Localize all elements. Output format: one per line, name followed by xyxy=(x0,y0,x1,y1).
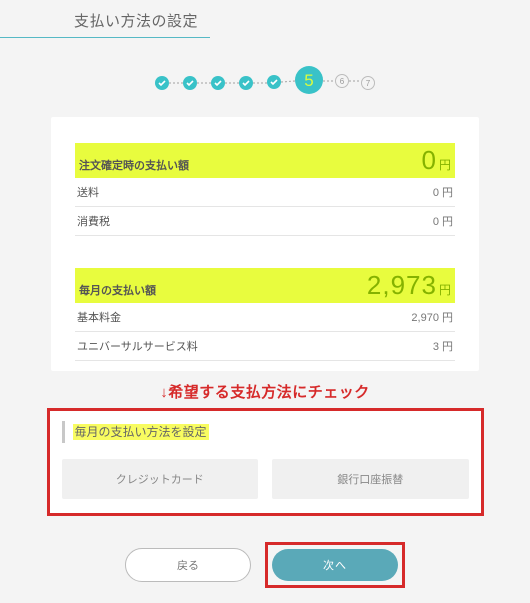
value: 0 xyxy=(422,145,437,175)
row-universal-service: ユニバーサルサービス料 3 円 xyxy=(75,332,455,361)
next-button-highlight: 次へ xyxy=(265,542,405,588)
svg-text:6: 6 xyxy=(340,77,345,86)
action-bar: 戻る 次へ xyxy=(0,542,530,588)
page-title: 支払い方法の設定 xyxy=(0,0,210,38)
svg-text:7: 7 xyxy=(366,79,371,88)
label: 毎月の支払い額 xyxy=(79,282,156,298)
row-tax: 消費税 0 円 xyxy=(75,207,455,236)
label: 注文確定時の支払い額 xyxy=(79,157,189,173)
summary-card: 注文確定時の支払い額 0円 送料 0 円 消費税 0 円 毎月の支払い額 2,9… xyxy=(51,117,479,371)
section-heading: 毎月の支払い方法を設定 xyxy=(62,421,217,443)
option-credit-card[interactable]: クレジットカード xyxy=(62,459,259,499)
payment-method-highlight: 毎月の支払い方法を設定 クレジットカード 銀行口座振替 xyxy=(47,408,484,516)
value: 2,973 xyxy=(367,270,437,300)
annotation-text: ↓希望する支払方法にチェック xyxy=(0,381,530,402)
option-bank-transfer[interactable]: 銀行口座振替 xyxy=(272,459,469,499)
progress-stepper: 5 6 7 xyxy=(0,62,530,103)
back-button[interactable]: 戻る xyxy=(125,548,251,582)
row-shipping: 送料 0 円 xyxy=(75,178,455,207)
next-button[interactable]: 次へ xyxy=(272,549,398,581)
row-base-fee: 基本料金 2,970 円 xyxy=(75,303,455,332)
step-current-label: 5 xyxy=(304,71,313,90)
row-order-total: 注文確定時の支払い額 0円 xyxy=(75,143,455,178)
row-monthly-total: 毎月の支払い額 2,973円 xyxy=(75,268,455,303)
